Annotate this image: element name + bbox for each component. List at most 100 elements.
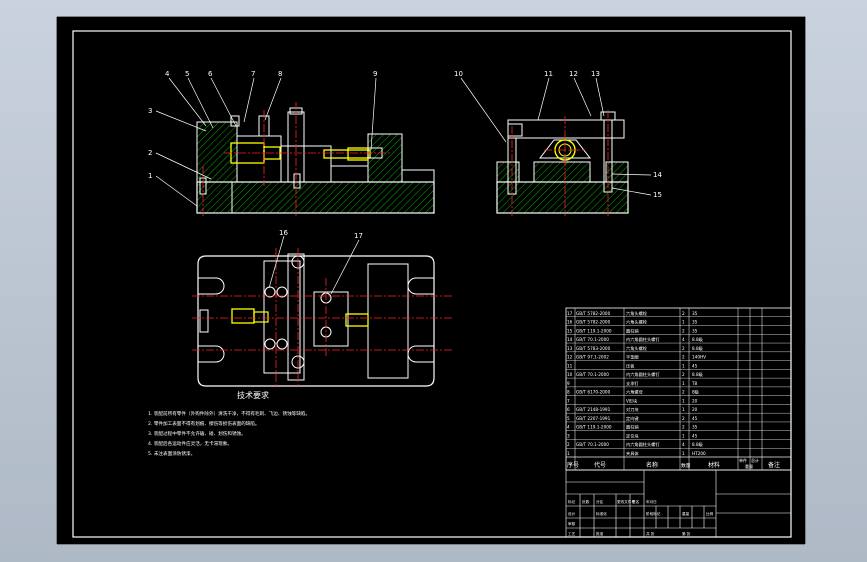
bom-cell-qty: 2 bbox=[682, 372, 685, 377]
callout-3: 3 bbox=[148, 107, 152, 115]
bom-cell-code: GB/T 2148-1991 bbox=[576, 407, 611, 412]
bom-cell-mat: HT200 bbox=[692, 451, 706, 456]
bom-cell-no: 9 bbox=[567, 381, 570, 386]
callout-12: 12 bbox=[569, 70, 578, 78]
bom-cell-no: 16 bbox=[567, 320, 573, 325]
bom-cell-qty: 1 bbox=[682, 381, 685, 386]
bom-cell-no: 4 bbox=[567, 425, 570, 430]
callout-15: 15 bbox=[653, 191, 662, 199]
bom-cell-mat: 140HV bbox=[692, 355, 706, 360]
bom-cell-mat: 20 bbox=[692, 398, 698, 403]
callout-10: 10 bbox=[454, 70, 463, 78]
bom-cell-no: 7 bbox=[567, 398, 570, 403]
bom-cell-no: 3 bbox=[567, 433, 570, 438]
bom-cell-no: 1 bbox=[567, 451, 570, 456]
bom-cell-mat: 8.8级 bbox=[692, 336, 704, 343]
bom-cell-code: GB/T 2207-1991 bbox=[576, 416, 611, 421]
tech-req-line-2: 2. 零件加工表面不得有划痕、擦伤等损伤表面的缺陷。 bbox=[148, 420, 260, 427]
bom-cell-qty: 2 bbox=[682, 355, 685, 360]
bom-cell-no: 11 bbox=[567, 363, 573, 368]
bom-header-total: 总计 bbox=[751, 457, 759, 463]
bom-cell-no: 12 bbox=[567, 355, 573, 360]
tb-label-mark: 标记 bbox=[568, 499, 576, 504]
tb-label-date: 年月日 bbox=[646, 499, 657, 504]
bom-header-name: 名称 bbox=[646, 461, 658, 469]
tb-label-approve: 批准 bbox=[596, 531, 604, 536]
tb-label-total-sheets: 共 张 bbox=[646, 531, 655, 536]
bom-cell-no: 14 bbox=[567, 337, 573, 342]
callout-5: 5 bbox=[185, 70, 189, 78]
bom-cell-name: 对刀块 bbox=[626, 406, 639, 413]
bom-cell-qty: 1 bbox=[682, 433, 685, 438]
bom-cell-name: 定向键 bbox=[626, 415, 639, 422]
bom-cell-no: 6 bbox=[567, 407, 570, 412]
bom-header-remark: 备注 bbox=[768, 461, 780, 469]
tb-label-process: 工艺 bbox=[568, 531, 576, 536]
bom-cell-name: 内六角圆柱头螺钉 bbox=[626, 336, 660, 343]
bom-cell-code: GB/T 97.1-2002 bbox=[576, 355, 609, 360]
tech-req-line-1: 1. 装配前所有零件（外购件除外）清洗干净，不得有毛刺、飞边、锈蚀等缺陷。 bbox=[148, 410, 310, 417]
tb-label-std: 标准化 bbox=[596, 511, 607, 516]
bom-cell-name: 六角头螺栓 bbox=[626, 345, 648, 352]
bom-cell-name: 平垫圈 bbox=[626, 354, 639, 361]
bom-cell-mat: 45 bbox=[692, 363, 698, 368]
tb-label-weight: 重量 bbox=[682, 511, 690, 516]
callout-2: 2 bbox=[148, 149, 152, 157]
tb-label-review: 审核 bbox=[568, 521, 576, 526]
tech-req-line-4: 4. 装配后各运动件应灵活，无卡滞现象。 bbox=[148, 440, 232, 447]
bom-cell-code: GB/T 6170-2000 bbox=[576, 390, 611, 395]
tb-label-count: 处数 bbox=[582, 499, 590, 504]
callout-14: 14 bbox=[653, 171, 662, 179]
bom-cell-no: 15 bbox=[567, 328, 573, 333]
bom-cell-mat: T8 bbox=[691, 381, 698, 386]
bom-cell-name: 六角头螺栓 bbox=[626, 310, 648, 317]
bom-cell-name: 夹具体 bbox=[626, 450, 639, 457]
bom-cell-mat: 35 bbox=[692, 425, 698, 430]
bom-cell-name: 压板 bbox=[626, 362, 635, 369]
bom-cell-mat: 8.8级 bbox=[692, 441, 704, 448]
bom-cell-mat: 35 bbox=[692, 320, 698, 325]
callout-13: 13 bbox=[591, 70, 600, 78]
bom-cell-code: GB/T 5782-2000 bbox=[576, 320, 611, 325]
bom-cell-no: 5 bbox=[567, 416, 570, 421]
bom-cell-qty: 2 bbox=[682, 311, 685, 316]
bom-cell-no: 13 bbox=[567, 346, 573, 351]
tech-req-line-3: 3. 装配过程中零件不允许磕、碰、划伤和锈蚀。 bbox=[148, 430, 246, 437]
outer-frame bbox=[56, 16, 806, 545]
bom-cell-name: V形块 bbox=[626, 397, 638, 404]
bom-cell-name: 定位块 bbox=[626, 432, 639, 439]
bom-cell-qty: 1 bbox=[682, 363, 685, 368]
bom-cell-no: 17 bbox=[567, 311, 573, 316]
bom-cell-mat: 8.8级 bbox=[692, 371, 704, 378]
bom-cell-qty: 1 bbox=[682, 407, 685, 412]
bom-cell-name: 圆柱销 bbox=[626, 327, 639, 334]
bom-cell-mat: 35 bbox=[692, 328, 698, 333]
tb-label-scale: 比例 bbox=[706, 511, 714, 516]
tb-label-sign: 签名 bbox=[632, 499, 640, 504]
tb-label-design: 设计 bbox=[568, 511, 576, 516]
tb-label-stage: 阶段标记 bbox=[646, 511, 661, 516]
callout-6: 6 bbox=[208, 70, 213, 78]
tech-req-title: 技术要求 bbox=[237, 390, 269, 400]
bom-cell-code: GB/T 70.1-2000 bbox=[576, 337, 609, 342]
tb-label-sheet-no: 第 张 bbox=[682, 531, 691, 536]
callout-1: 1 bbox=[148, 172, 152, 180]
callout-8: 8 bbox=[278, 70, 282, 78]
bom-cell-name: 支承钉 bbox=[626, 380, 639, 387]
bom-header-unit: 单件 bbox=[739, 457, 747, 463]
bom-cell-code: GB/T 119.1-2000 bbox=[576, 425, 612, 430]
bom-cell-code: GB/T 5783-2000 bbox=[576, 346, 611, 351]
callout-9: 9 bbox=[373, 70, 377, 78]
callout-7: 7 bbox=[251, 70, 255, 78]
bom-cell-qty: 2 bbox=[682, 416, 685, 421]
callout-16: 16 bbox=[279, 229, 288, 237]
bom-cell-qty: 4 bbox=[682, 442, 685, 447]
bom-cell-mat: 20 bbox=[692, 407, 698, 412]
bom-cell-name: 六角头螺栓 bbox=[626, 319, 648, 326]
bom-cell-qty: 2 bbox=[682, 390, 685, 395]
bom-header-mat: 材料 bbox=[708, 461, 720, 469]
bom-cell-mat: 45 bbox=[692, 433, 698, 438]
drawing-sheet: 1 2 3 4 5 6 7 8 9 10 11 12 13 14 15 16 1… bbox=[56, 16, 806, 545]
bom-cell-code: GB/T 5782-2000 bbox=[576, 311, 611, 316]
tech-req-line-5: 5. 未注表面涂防锈漆。 bbox=[148, 450, 195, 457]
